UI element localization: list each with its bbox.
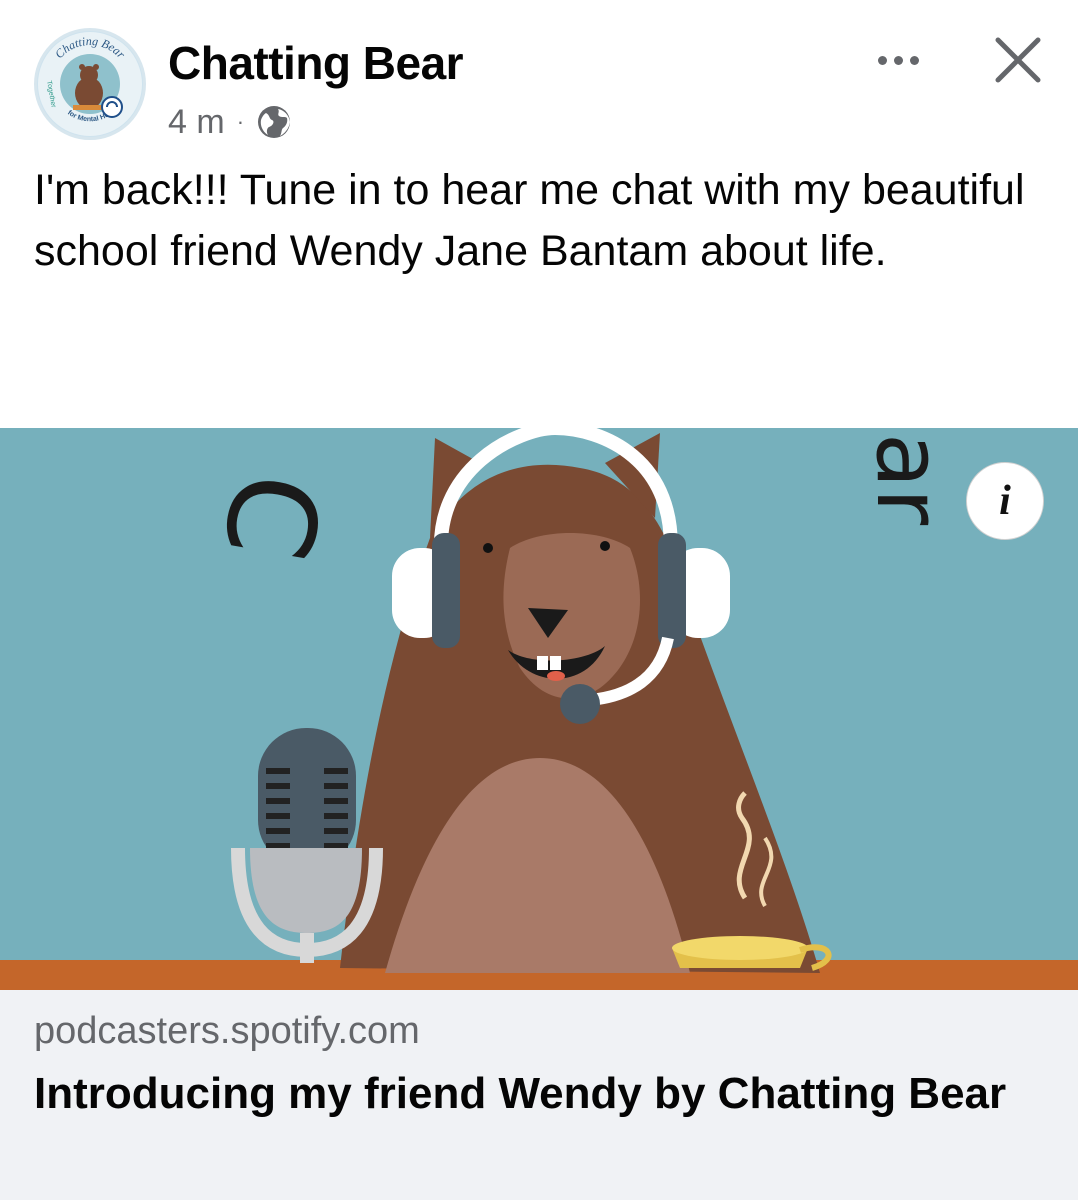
info-button[interactable]: i bbox=[966, 462, 1044, 540]
post-time[interactable]: 4 m bbox=[168, 103, 225, 142]
meta-separator: · bbox=[236, 109, 245, 134]
more-options-icon[interactable] bbox=[866, 42, 930, 78]
post-header: Chatting Bear for Mental Health Together… bbox=[0, 0, 1078, 150]
page-name[interactable]: Chatting Bear bbox=[168, 36, 464, 90]
post-message: I'm back!!! Tune in to hear me chat with… bbox=[34, 166, 1025, 275]
podcast-cover-art: C ar bbox=[0, 428, 1078, 990]
avatar-logo: Chatting Bear for Mental Health Together bbox=[38, 32, 142, 136]
page-avatar[interactable]: Chatting Bear for Mental Health Together bbox=[34, 28, 146, 140]
globe-icon bbox=[258, 106, 291, 138]
link-title[interactable]: Introducing my friend Wendy by Chatting … bbox=[34, 1066, 1034, 1122]
link-domain: podcasters.spotify.com bbox=[34, 1010, 420, 1052]
link-preview-info[interactable]: podcasters.spotify.com Introducing my fr… bbox=[0, 990, 1078, 1200]
post-meta: 4 m · bbox=[168, 100, 292, 144]
cover-letters-right: ar bbox=[856, 433, 961, 525]
link-preview-image[interactable]: C ar bbox=[0, 428, 1078, 990]
close-icon[interactable] bbox=[990, 32, 1046, 88]
